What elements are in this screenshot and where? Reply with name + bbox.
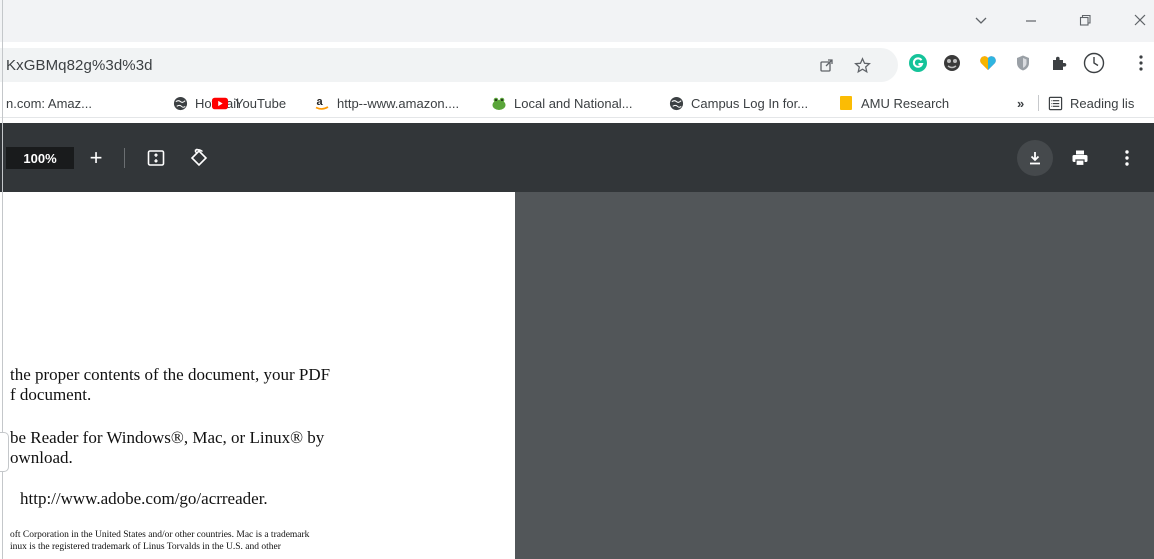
more-actions-icon[interactable]: [1120, 146, 1134, 170]
minimize-icon[interactable]: [1017, 8, 1045, 32]
close-icon[interactable]: [1126, 8, 1154, 32]
overflow-chevron-icon: »: [1017, 95, 1025, 111]
extension-dark-icon[interactable]: [941, 52, 963, 74]
reading-list-button[interactable]: Reading lis: [1047, 93, 1134, 113]
pdf-text-line: the proper contents of the document, you…: [10, 365, 331, 384]
pdf-text-line: ownload.: [10, 448, 73, 467]
toolbar-divider: [124, 148, 125, 168]
bookmark-item[interactable]: Local and National...: [491, 93, 633, 113]
bookmark-item[interactable]: Campus Log In for...: [668, 93, 808, 113]
globe-icon: [668, 95, 684, 111]
bookmark-item[interactable]: a http--www.amazon....: [314, 93, 459, 113]
bookmark-item[interactable]: YouTube: [212, 93, 286, 113]
bookmark-item[interactable]: n.com: Amaz...: [6, 93, 92, 113]
zoom-level[interactable]: 100%: [6, 147, 74, 169]
bookmark-label: YouTube: [235, 95, 287, 111]
heart-extension-icon[interactable]: [977, 52, 999, 74]
window-titlebar: [0, 0, 1154, 42]
bookmarks-bar: n.com: Amaz... Hotmail YouTube a http--w…: [0, 88, 1154, 118]
download-icon[interactable]: [1017, 140, 1053, 176]
side-panel-handle[interactable]: [0, 432, 9, 472]
left-window-edge: [0, 0, 3, 559]
pdf-text-line: be Reader for Windows®, Mac, or Linux® b…: [10, 428, 325, 447]
bookmark-label: n.com: Amaz...: [6, 95, 92, 111]
bookmark-label: Campus Log In for...: [691, 95, 809, 111]
bookmark-star-icon[interactable]: [852, 55, 872, 75]
tab-search-chevron-icon[interactable]: [967, 8, 995, 32]
chrome-menu-icon[interactable]: [1130, 52, 1152, 74]
globe-icon: [172, 95, 188, 111]
profile-clock-icon[interactable]: [1083, 52, 1105, 74]
pdf-page[interactable]: the proper contents of the document, you…: [0, 192, 515, 559]
amazon-icon: a: [314, 95, 330, 111]
url-text[interactable]: KxGBMq82g%3d%3d: [6, 57, 153, 74]
print-icon[interactable]: [1068, 146, 1092, 170]
pdf-viewer[interactable]: the proper contents of the document, you…: [0, 192, 1154, 559]
pdf-link-text[interactable]: http://www.adobe.com/go/acrreader.: [20, 489, 268, 509]
pdf-text-line: f document.: [10, 385, 92, 404]
omnibox[interactable]: KxGBMq82g%3d%3d: [0, 48, 898, 82]
pdf-text-line: inux is the registered trademark of Linu…: [10, 542, 281, 552]
pdf-toolbar: 100% +: [0, 123, 1154, 192]
bookmark-item[interactable]: AMU Research: [838, 93, 949, 113]
bookmarks-divider: [1038, 95, 1039, 111]
bookmarks-overflow-button[interactable]: »: [1017, 93, 1024, 113]
fit-to-page-icon[interactable]: [145, 147, 167, 169]
shield-extension-icon[interactable]: [1012, 52, 1034, 74]
restore-icon[interactable]: [1071, 8, 1099, 32]
pdf-text-line: oft Corporation in the United States and…: [10, 530, 310, 540]
extensions-puzzle-icon[interactable]: [1048, 52, 1070, 74]
folder-icon: [838, 95, 854, 111]
bookmark-label: http--www.amazon....: [337, 95, 460, 111]
youtube-icon: [212, 95, 228, 111]
reading-list-icon: [1047, 95, 1063, 111]
zoom-in-button[interactable]: +: [86, 145, 106, 170]
grammarly-extension-icon[interactable]: [907, 52, 929, 74]
svg-text:a: a: [317, 96, 324, 108]
reading-list-label: Reading lis: [1070, 95, 1135, 111]
rotate-icon[interactable]: [187, 146, 211, 170]
share-icon[interactable]: [817, 55, 837, 75]
bookmark-label: AMU Research: [861, 95, 950, 111]
frog-icon: [491, 95, 507, 111]
bookmark-label: Local and National...: [514, 95, 633, 111]
